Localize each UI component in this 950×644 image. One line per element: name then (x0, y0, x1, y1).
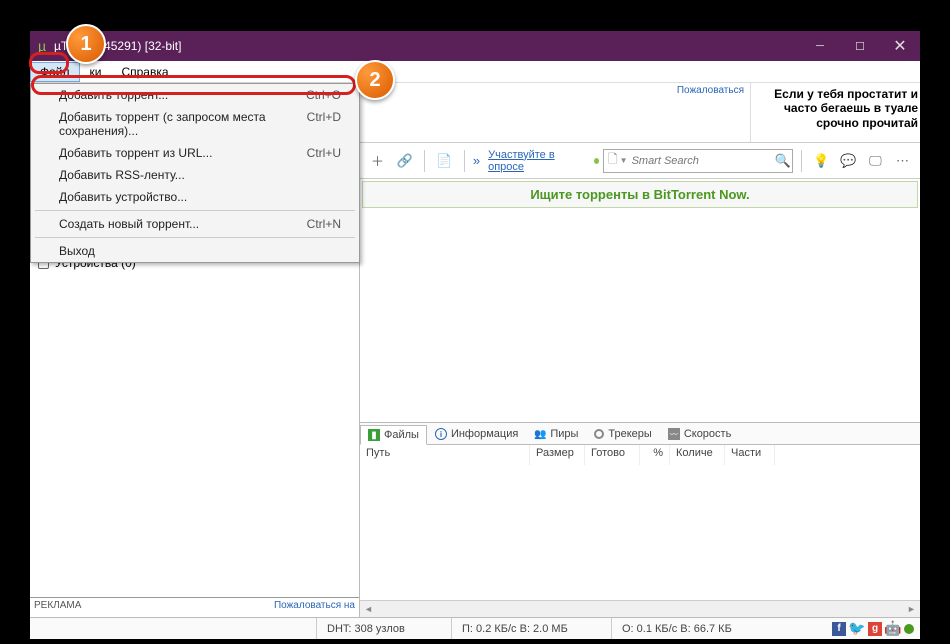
scroll-left-icon[interactable]: ◄ (360, 604, 377, 614)
more-icon[interactable]: ⋯ (891, 148, 914, 174)
horizontal-scrollbar[interactable]: ◄ ► (360, 600, 920, 617)
window-title: µT (build 45291) [32-bit] (54, 39, 800, 53)
info-icon: i (435, 428, 447, 440)
survey-link[interactable]: Участвуйте в опросе (488, 149, 582, 173)
col-size[interactable]: Размер (530, 445, 585, 465)
tab-peers[interactable]: 👥Пиры (526, 424, 586, 444)
search-box[interactable]: 🗋 ▼ 🔍 (603, 149, 793, 173)
tab-info[interactable]: iИнформация (427, 424, 526, 444)
peers-icon: 👥 (534, 428, 546, 440)
tab-files[interactable]: ▮Файлы (360, 425, 427, 445)
tab-speed[interactable]: 〰Скорость (660, 424, 740, 444)
main-panel: Пожаловаться Если у тебя простатит и час… (360, 83, 920, 617)
app-window: µ µT (build 45291) [32-bit] ─ ☐ ✕ Файл к… (29, 30, 921, 640)
remote-icon[interactable]: 🖵 (864, 148, 887, 174)
status-up: О: 0.1 КБ/с В: 66.7 КБ (611, 618, 771, 639)
top-complain-link[interactable]: Пожаловаться (677, 85, 744, 96)
search-input[interactable] (632, 155, 775, 167)
col-count[interactable]: Количе (670, 445, 725, 465)
google-plus-icon[interactable]: g (868, 622, 882, 636)
annotation-badge-1: 1 (66, 24, 106, 64)
promo-bar[interactable]: Ищите торренты в BitTorrent Now. (362, 181, 918, 208)
annotation-badge-2: 2 (355, 60, 395, 100)
menu-item[interactable]: Добавить устройство... (31, 186, 359, 208)
col-done[interactable]: Готово (585, 445, 640, 465)
create-button[interactable]: 📄 (433, 148, 456, 174)
speed-icon: 〰 (668, 428, 680, 440)
add-button[interactable]: ＋ (366, 148, 389, 174)
details-tabs: ▮Файлы iИнформация 👥Пиры Трекеры 〰Скорос… (360, 423, 920, 445)
facebook-icon[interactable]: f (832, 622, 846, 636)
menu-item[interactable]: Выход (31, 240, 359, 262)
menu-item[interactable]: Добавить торрент...Ctrl+O (31, 84, 359, 106)
col-pct[interactable]: % (640, 445, 670, 465)
add-url-button[interactable]: 🔗 (393, 148, 416, 174)
file-list-body (360, 465, 920, 600)
menu-settings[interactable]: ки (80, 62, 112, 82)
app-icon: µ (30, 38, 54, 54)
menu-item[interactable]: Добавить RSS-ленту... (31, 164, 359, 186)
body-area: Устройства (0) РЕКЛАМА Пожаловаться на П… (30, 83, 920, 617)
col-parts[interactable]: Части (725, 445, 775, 465)
torrent-list (360, 210, 920, 418)
titlebar: µ µT (build 45291) [32-bit] ─ ☐ ✕ (30, 31, 920, 61)
close-button[interactable]: ✕ (880, 31, 920, 61)
status-dht: DHT: 308 узлов (316, 618, 451, 639)
survey-dot-icon (594, 158, 599, 164)
maximize-button[interactable]: ☐ (840, 31, 880, 61)
android-icon[interactable]: 🤖 (886, 622, 900, 636)
file-dropdown-menu: Добавить торрент...Ctrl+OДобавить торрен… (30, 83, 360, 263)
chevron-down-icon[interactable]: ▼ (620, 156, 628, 165)
twitter-icon[interactable]: 🐦 (850, 622, 864, 636)
status-down: П: 0.2 КБ/с В: 2.0 МБ (451, 618, 611, 639)
menu-item[interactable]: Создать новый торрент...Ctrl+N (31, 213, 359, 235)
search-icon[interactable]: 🔍 (775, 153, 791, 169)
menu-item[interactable]: Добавить торрент из URL...Ctrl+U (31, 142, 359, 164)
social-icons: f 🐦 g 🤖 (832, 622, 914, 636)
ad-label: РЕКЛАМА (34, 600, 81, 615)
sidebar-ad-footer: РЕКЛАМА Пожаловаться на (30, 597, 359, 617)
file-columns: Путь Размер Готово % Количе Части (360, 445, 920, 465)
ad-complain-link[interactable]: Пожаловаться на (274, 600, 355, 615)
menubar: Файл ки Справка (30, 61, 920, 83)
search-category-icon[interactable]: 🗋 (608, 150, 618, 171)
menu-help[interactable]: Справка (111, 62, 178, 82)
status-dot-icon (904, 624, 914, 634)
col-path[interactable]: Путь (360, 445, 530, 465)
toolbar: ＋ 🔗 📄 » Участвуйте в опросе 🗋 ▼ 🔍 💡 💬 🖵 (360, 143, 920, 179)
trackers-icon (594, 429, 604, 439)
tab-trackers[interactable]: Трекеры (586, 424, 659, 444)
top-ad-bar: Пожаловаться Если у тебя простатит и час… (360, 83, 920, 143)
statusbar: DHT: 308 узлов П: 0.2 КБ/с В: 2.0 МБ О: … (30, 617, 920, 639)
scroll-right-icon[interactable]: ► (903, 604, 920, 614)
bulb-icon[interactable]: 💡 (810, 148, 833, 174)
minimize-button[interactable]: ─ (800, 31, 840, 61)
sidebar-tree: Устройства (0) (30, 250, 359, 597)
folder-icon: ▮ (368, 429, 380, 441)
top-ad-text[interactable]: Если у тебя простатит и часто бегаешь в … (750, 83, 920, 142)
menu-item[interactable]: Добавить торрент (с запросом места сохра… (31, 106, 359, 142)
chat-icon[interactable]: 💬 (837, 148, 860, 174)
details-panel: ▮Файлы iИнформация 👥Пиры Трекеры 〰Скорос… (360, 422, 920, 617)
menu-file[interactable]: Файл (30, 62, 80, 82)
